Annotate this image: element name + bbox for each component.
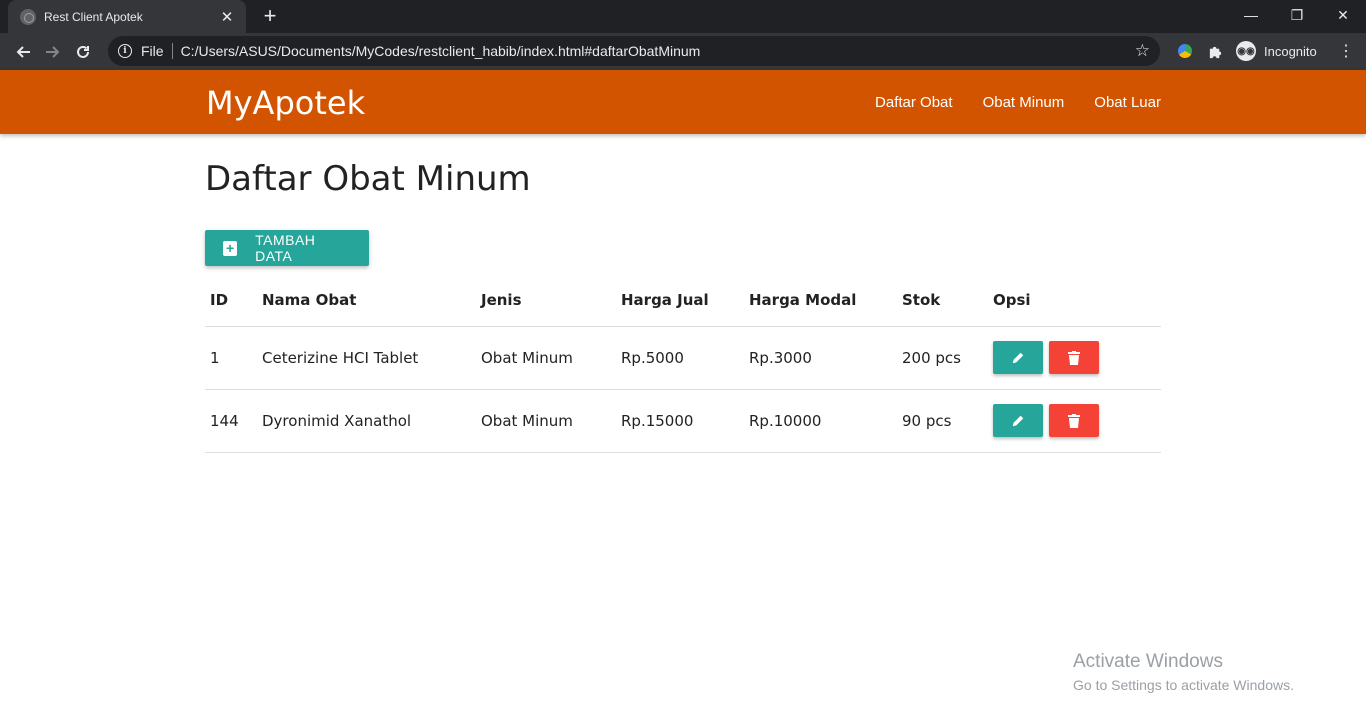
delete-button[interactable]	[1048, 404, 1099, 437]
arrow-right-icon	[46, 45, 60, 58]
watermark-subtitle: Go to Settings to activate Windows.	[1073, 677, 1294, 693]
medicine-table: ID Nama Obat Jenis Harga Jual Harga Moda…	[205, 274, 1161, 453]
edit-button[interactable]	[993, 341, 1043, 374]
incognito-indicator[interactable]: ◉◉ Incognito	[1236, 41, 1317, 61]
cell-nama-obat: Dyronimid Xanathol	[257, 389, 476, 453]
activate-windows-watermark: Activate Windows Go to Settings to activ…	[1073, 651, 1294, 693]
arrow-left-icon	[16, 45, 30, 58]
url-text[interactable]: C:/Users/ASUS/Documents/MyCodes/restclie…	[181, 43, 1135, 59]
incognito-label: Incognito	[1264, 43, 1317, 59]
main-content: Daftar Obat Minum + TAMBAH DATA ID Nama …	[205, 134, 1161, 453]
restore-button[interactable]: ❐	[1274, 0, 1320, 30]
edit-button[interactable]	[993, 404, 1043, 437]
omnibox-divider	[171, 43, 173, 59]
extension-logo-icon	[1178, 44, 1192, 58]
browser-menu-icon[interactable]: ⋮	[1338, 41, 1354, 61]
minimize-button[interactable]: —	[1228, 0, 1274, 30]
address-bar[interactable]: i File C:/Users/ASUS/Documents/MyCodes/r…	[108, 36, 1160, 66]
browser-tab-bar: Rest Client Apotek ✕ + — ❐ ✕	[0, 0, 1366, 33]
header-stok: Stok	[897, 274, 988, 327]
trash-icon	[1067, 350, 1080, 365]
browser-toolbar: i File C:/Users/ASUS/Documents/MyCodes/r…	[0, 33, 1366, 70]
header-jenis: Jenis	[476, 274, 616, 327]
nav-link-obat-luar[interactable]: Obat Luar	[1094, 94, 1161, 111]
header-harga-jual: Harga Jual	[616, 274, 744, 327]
cell-harga-modal: Rp.10000	[744, 389, 897, 453]
cell-opsi	[988, 326, 1161, 390]
cell-stok: 200 pcs	[897, 326, 988, 390]
header-harga-modal: Harga Modal	[744, 274, 897, 327]
trash-icon	[1067, 413, 1080, 428]
incognito-icon: ◉◉	[1236, 41, 1256, 61]
scheme-label: File	[141, 43, 164, 59]
cell-opsi	[988, 389, 1161, 453]
table-row: 1 Ceterizine HCI Tablet Obat Minum Rp.50…	[205, 326, 1161, 390]
table-header-row: ID Nama Obat Jenis Harga Jual Harga Moda…	[205, 274, 1161, 327]
nav-link-obat-minum[interactable]: Obat Minum	[983, 94, 1065, 111]
cell-jenis: Obat Minum	[476, 326, 616, 390]
cell-harga-jual: Rp.5000	[616, 326, 744, 390]
cell-stok: 90 pcs	[897, 389, 988, 453]
window-controls: — ❐ ✕	[1228, 0, 1366, 33]
bookmark-star-icon[interactable]: ☆	[1135, 41, 1150, 61]
cell-id: 1	[205, 326, 257, 390]
extensions-area: ◉◉ Incognito	[1170, 36, 1317, 66]
add-data-label: TAMBAH DATA	[255, 232, 316, 264]
pencil-icon	[1012, 352, 1024, 363]
back-button[interactable]	[8, 37, 38, 67]
new-tab-button[interactable]: +	[258, 4, 282, 28]
close-window-button[interactable]: ✕	[1320, 0, 1366, 30]
page-title: Daftar Obat Minum	[205, 159, 531, 199]
nav-links: Daftar Obat Obat Minum Obat Luar	[845, 70, 1161, 134]
add-data-button[interactable]: + TAMBAH DATA	[205, 230, 369, 266]
brand-logo[interactable]: MyApotek	[206, 84, 365, 122]
pencil-icon	[1012, 415, 1024, 426]
close-tab-icon[interactable]: ✕	[218, 8, 236, 26]
cell-nama-obat: Ceterizine HCI Tablet	[257, 326, 476, 390]
cell-harga-jual: Rp.15000	[616, 389, 744, 453]
cell-id: 144	[205, 389, 257, 453]
header-id: ID	[205, 274, 257, 327]
reload-icon	[77, 45, 89, 58]
info-icon[interactable]: i	[118, 44, 132, 58]
delete-button[interactable]	[1048, 341, 1099, 374]
puzzle-icon[interactable]	[1204, 40, 1226, 62]
watermark-title: Activate Windows	[1073, 651, 1223, 672]
browser-tab[interactable]: Rest Client Apotek ✕	[8, 0, 246, 33]
nav-link-daftar-obat[interactable]: Daftar Obat	[875, 94, 953, 111]
table-row: 144 Dyronimid Xanathol Obat Minum Rp.150…	[205, 389, 1161, 453]
app-navbar: MyApotek Daftar Obat Obat Minum Obat Lua…	[0, 70, 1366, 134]
reload-button[interactable]	[68, 37, 98, 67]
forward-button[interactable]	[38, 37, 68, 67]
cell-harga-modal: Rp.3000	[744, 326, 897, 390]
add-box-icon: +	[223, 240, 238, 256]
extension-icon[interactable]	[1174, 40, 1196, 62]
cell-jenis: Obat Minum	[476, 389, 616, 453]
header-nama-obat: Nama Obat	[257, 274, 476, 327]
globe-icon	[20, 8, 36, 25]
puzzle-shape-icon	[1209, 46, 1221, 58]
header-opsi: Opsi	[988, 274, 1161, 327]
tab-title: Rest Client Apotek	[44, 9, 143, 24]
